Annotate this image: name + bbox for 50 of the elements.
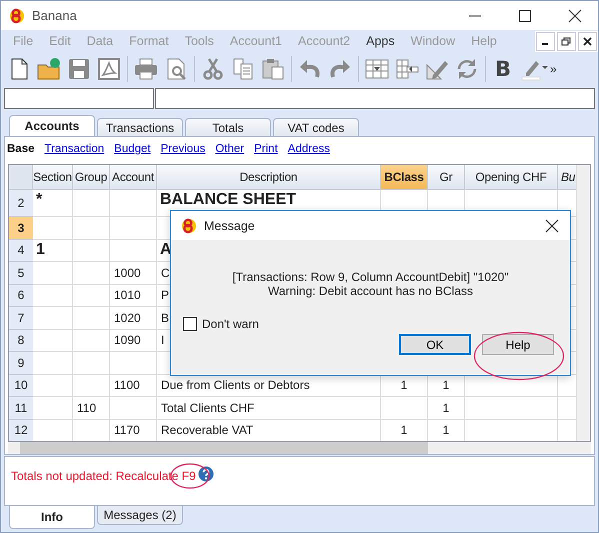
column-header[interactable]: Bu <box>558 165 576 190</box>
tab[interactable]: Transactions <box>97 118 183 136</box>
column-header[interactable]: BClass <box>381 165 428 190</box>
table-cell: 1090 <box>110 330 157 352</box>
menu-item[interactable]: Apps <box>358 34 403 48</box>
checkbox-label[interactable]: Don't warn <box>202 317 259 331</box>
row-number[interactable]: 2 <box>9 190 33 217</box>
table-cell: 1010 <box>110 284 157 307</box>
row-number[interactable]: 6 <box>9 284 33 307</box>
row-number[interactable]: 5 <box>9 262 33 284</box>
toolbar-overflow-button[interactable]: » <box>550 62 557 76</box>
view-label[interactable]: Base <box>7 143 34 155</box>
row-number[interactable]: 7 <box>9 307 33 330</box>
row-number[interactable]: 3 <box>9 217 33 240</box>
column-header[interactable]: Gr <box>428 165 465 190</box>
table-cell: 1100 <box>110 374 157 397</box>
tab[interactable]: Accounts <box>9 115 95 136</box>
table-cell: 110 <box>73 397 110 420</box>
column-header[interactable]: Account <box>110 165 157 190</box>
column-header[interactable]: Section <box>33 165 73 190</box>
table-cell: Total Clients CHF <box>157 397 381 420</box>
view-link[interactable]: Budget <box>114 143 151 155</box>
table-cell: 1 <box>428 397 465 420</box>
view-link[interactable]: Other <box>215 143 244 155</box>
row-number[interactable]: 10 <box>9 374 33 397</box>
row-number[interactable]: 4 <box>9 240 33 262</box>
tab[interactable]: Totals <box>185 118 271 136</box>
tab[interactable]: Info <box>9 506 95 529</box>
ok-button[interactable]: OK <box>399 334 471 355</box>
window-title: Banana <box>32 8 77 23</box>
column-header[interactable]: Group <box>73 165 110 190</box>
view-link[interactable]: Print <box>254 143 278 155</box>
row-number[interactable]: 11 <box>9 397 33 420</box>
dialog-title: Message <box>204 218 255 232</box>
view-link[interactable]: Transaction <box>44 143 104 155</box>
table-cell: 1000 <box>110 262 157 284</box>
view-link[interactable]: Previous <box>160 143 206 155</box>
tab[interactable]: Messages (2) <box>97 506 183 525</box>
column-header[interactable]: Opening CHF <box>465 165 558 190</box>
help-button[interactable]: Help <box>482 334 554 355</box>
tab[interactable]: VAT codes <box>273 118 359 136</box>
table-cell: 1 <box>33 240 73 262</box>
row-number[interactable]: 8 <box>9 330 33 352</box>
column-header[interactable]: Description <box>157 165 381 190</box>
row-number[interactable]: 12 <box>9 420 33 441</box>
bold-button[interactable]: B <box>492 57 514 81</box>
table-cell: * <box>33 190 73 217</box>
view-link[interactable]: Address <box>288 143 330 155</box>
table-cell: 1020 <box>110 307 157 330</box>
row-number[interactable]: 9 <box>9 352 33 374</box>
